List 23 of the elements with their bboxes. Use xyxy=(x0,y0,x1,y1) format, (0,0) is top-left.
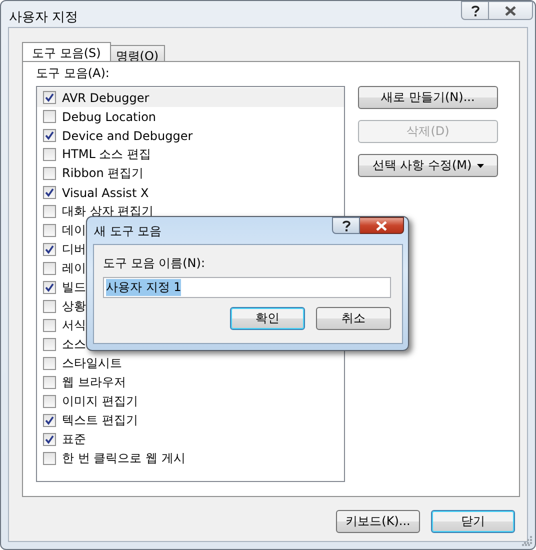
item-label: HTML 소스 편집 xyxy=(62,146,152,163)
item-label: 빌드 xyxy=(62,279,86,296)
item-label: Device and Debugger xyxy=(62,128,193,142)
item-label: 이미지 편집기 xyxy=(62,393,138,410)
item-label: 표준 xyxy=(62,431,86,448)
item-label: Debug Location xyxy=(62,110,156,124)
item-label: 소스 xyxy=(62,336,86,353)
item-label: 웹 브라우저 xyxy=(62,374,126,391)
item-label: 스타일시트 xyxy=(62,355,122,372)
field-label: 도구 모음 이름(N): xyxy=(103,255,206,272)
window-title: 사용자 지정 xyxy=(9,9,78,26)
item-label: 상황 xyxy=(62,298,86,315)
item-label: 레이 xyxy=(62,260,86,277)
dialog-title: 새 도구 모음 xyxy=(94,223,162,240)
item-label: 서식 xyxy=(62,317,86,334)
item-label: 디버 xyxy=(62,241,86,258)
item-label: Visual Assist X xyxy=(62,186,149,200)
item-label: 데이 xyxy=(62,222,86,239)
item-label: 한 번 클릭으로 웹 게시 xyxy=(62,450,186,467)
item-label: Ribbon 편집기 xyxy=(62,165,144,182)
list-label: 도구 모음(A): xyxy=(36,65,110,82)
item-label: 텍스트 편집기 xyxy=(62,412,138,429)
item-label: AVR Debugger xyxy=(62,90,150,104)
